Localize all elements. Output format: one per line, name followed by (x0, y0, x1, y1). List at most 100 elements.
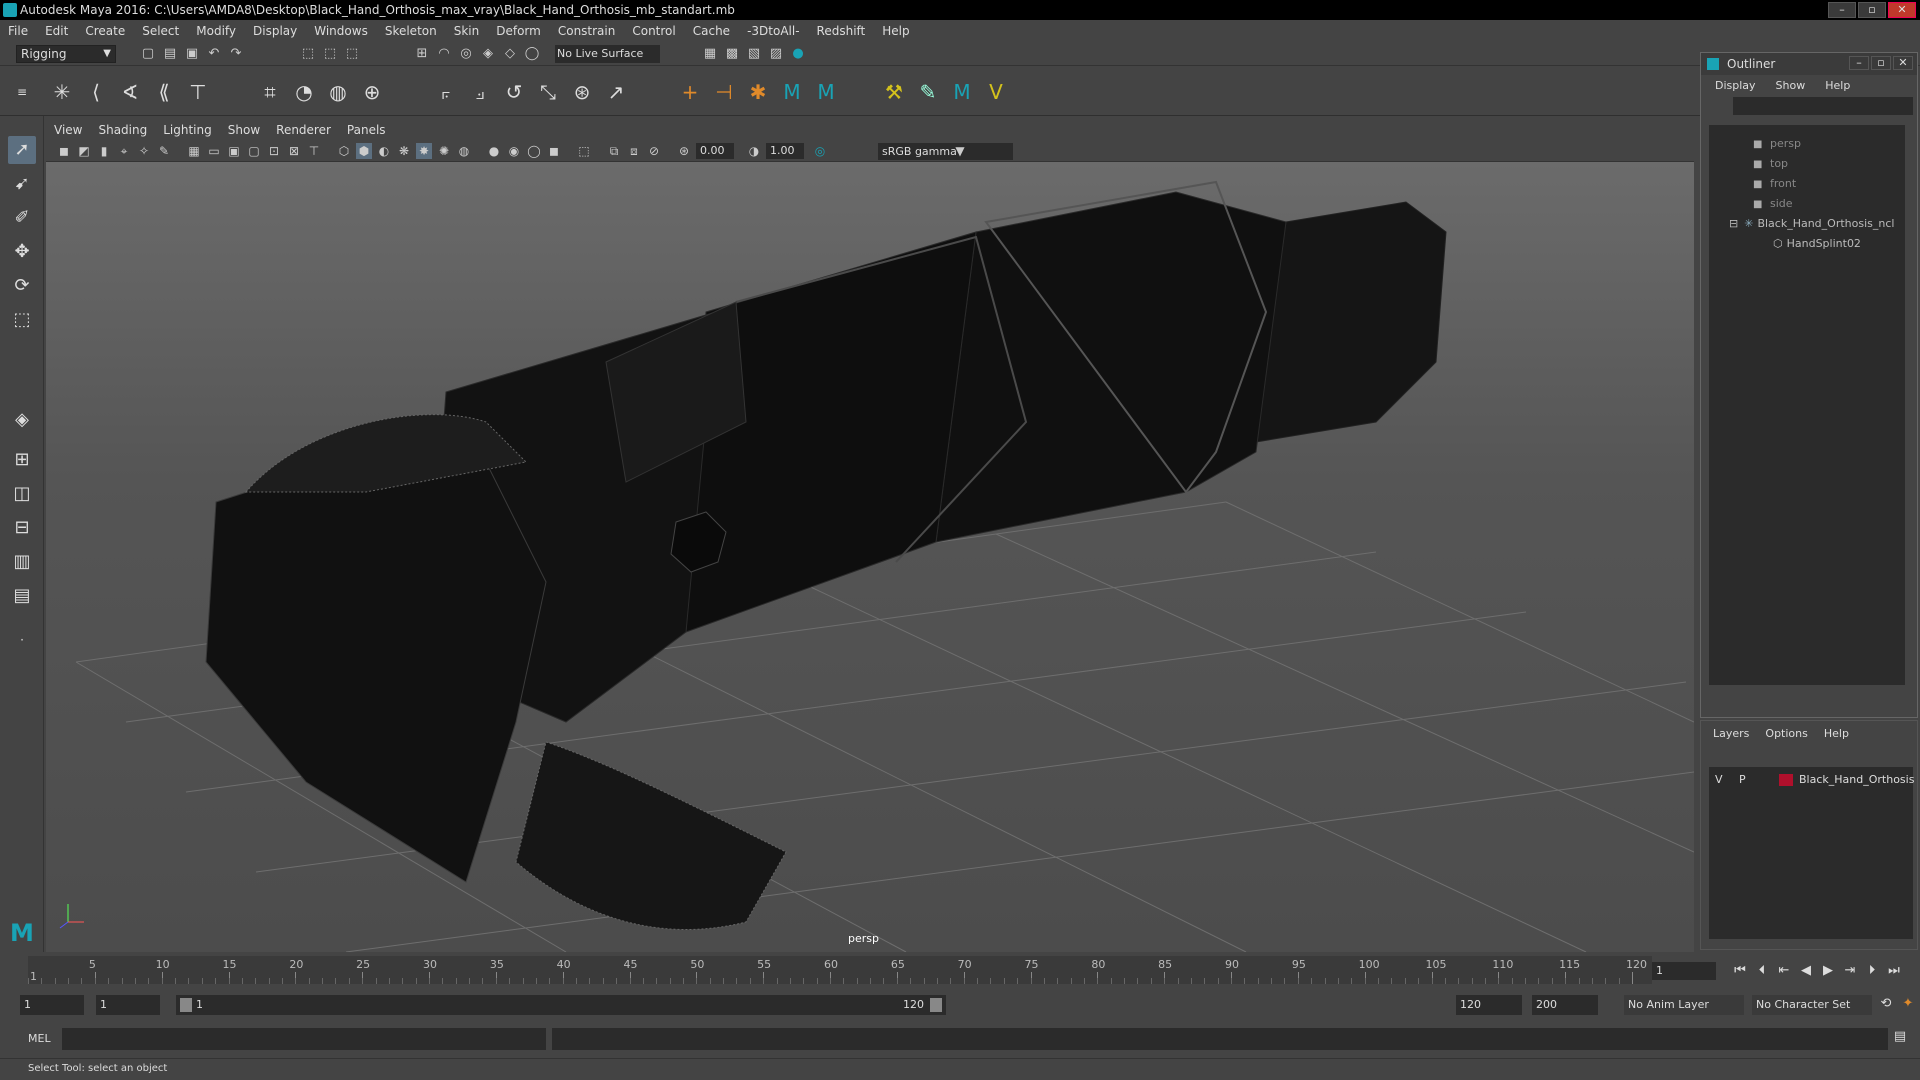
xray-icon[interactable]: ⬚ (576, 143, 592, 159)
vp-menu-lighting[interactable]: Lighting (163, 123, 212, 137)
menu-skeleton[interactable]: Skeleton (385, 24, 437, 38)
outliner-item-front[interactable]: ■ front (1753, 175, 1796, 193)
single-view-icon[interactable]: ◈ (8, 406, 36, 434)
2d-pan-icon[interactable]: ✧ (136, 143, 152, 159)
vp-menu-show[interactable]: Show (228, 123, 260, 137)
menu-control[interactable]: Control (632, 24, 675, 38)
mirror-joint-icon[interactable]: ⟪ (150, 78, 178, 106)
outliner-item-persp[interactable]: ■ persp (1753, 135, 1801, 153)
textured-icon[interactable]: ❋ (396, 143, 412, 159)
undo-icon[interactable]: ↶ (206, 46, 222, 62)
go-to-start-icon[interactable]: ⏮ (1730, 962, 1750, 980)
hypershade-layout-icon[interactable]: ▤ (8, 582, 36, 610)
isolate-icon[interactable]: ◼ (546, 143, 562, 159)
outliner-item-group[interactable]: ⊟ ✳ Black_Hand_Orthosis_ncl (1729, 215, 1894, 233)
pole-vector-icon[interactable]: ↗ (602, 78, 630, 106)
maximize-button[interactable]: ▫ (1858, 2, 1886, 18)
aim-constraint-icon[interactable]: ⟓ (466, 78, 494, 106)
locator-icon[interactable]: + (676, 78, 704, 106)
bind-skin-icon[interactable]: ⌗ (256, 78, 284, 106)
outliner-item-side[interactable]: ■ side (1753, 195, 1793, 213)
menu-windows[interactable]: Windows (314, 24, 368, 38)
new-scene-icon[interactable]: ▢ (140, 46, 156, 62)
resolution-gate-icon[interactable]: ▣ (226, 143, 242, 159)
ik-spline-icon[interactable]: ∢ (116, 78, 144, 106)
anim-end-field[interactable]: 200 (1532, 995, 1598, 1015)
parent-constraint-icon[interactable]: ⊛ (568, 78, 596, 106)
outliner-item-top[interactable]: ■ top (1753, 155, 1788, 173)
backface-icon[interactable]: ⊘ (646, 143, 662, 159)
motion-blur-icon[interactable]: ● (486, 143, 502, 159)
layer-color-swatch[interactable] (1779, 774, 1793, 786)
auto-key-icon[interactable]: ⟲ (1876, 995, 1896, 1013)
grease-pencil-icon[interactable]: ✎ (156, 143, 172, 159)
depth-of-field-icon[interactable]: ◯ (526, 143, 542, 159)
live-surface-field[interactable]: No Live Surface (555, 45, 660, 63)
xray-active-icon[interactable]: ⧈ (626, 143, 642, 159)
minimize-button[interactable]: – (1828, 2, 1856, 18)
gamma-field[interactable]: 1.00 (766, 143, 804, 159)
next-key-icon[interactable]: ⇥ (1840, 962, 1860, 980)
orient-constraint-icon[interactable]: ↺ (500, 78, 528, 106)
layer-menu-help[interactable]: Help (1824, 727, 1849, 740)
close-button[interactable]: ✕ (1888, 2, 1916, 18)
layer-row[interactable]: V P Black_Hand_Orthosis (1709, 771, 1914, 789)
lasso-tool-icon[interactable]: ➹ (8, 170, 36, 198)
save-scene-icon[interactable]: ▣ (184, 46, 200, 62)
paint-select-icon[interactable]: ✐ (8, 204, 36, 232)
default-material-icon[interactable]: ◐ (376, 143, 392, 159)
menu-select[interactable]: Select (142, 24, 179, 38)
prev-key-icon[interactable]: ⇤ (1774, 962, 1794, 980)
anti-alias-icon[interactable]: ◉ (506, 143, 522, 159)
hik-icon[interactable]: M (778, 78, 806, 106)
play-backward-icon[interactable]: ◀ (1796, 962, 1816, 980)
outliner-persp-icon[interactable]: ⊟ (8, 514, 36, 542)
outliner-search-input[interactable] (1733, 97, 1913, 115)
step-forward-icon[interactable]: ⏵ (1862, 962, 1882, 980)
gate-mask-icon[interactable]: ▢ (246, 143, 262, 159)
current-frame-field[interactable]: 1 (1652, 962, 1716, 980)
script-editor-icon[interactable]: ▤ (1890, 1028, 1910, 1046)
menu-constrain[interactable]: Constrain (558, 24, 616, 38)
layer-menu-layers[interactable]: Layers (1713, 727, 1749, 740)
command-language-label[interactable]: MEL (28, 1032, 51, 1045)
select-tool-icon[interactable]: ➚ (8, 136, 36, 164)
ipr-render-icon[interactable]: ▧ (746, 46, 762, 62)
camera-attributes-icon[interactable]: ◩ (76, 143, 92, 159)
redo-icon[interactable]: ↷ (228, 46, 244, 62)
hik-control-icon[interactable]: M (948, 78, 976, 106)
bookmark-icon[interactable]: ▮ (96, 143, 112, 159)
outliner-menu-help[interactable]: Help (1825, 79, 1850, 92)
ik-handle-icon[interactable]: ⟨ (82, 78, 110, 106)
render-view-icon[interactable]: ▦ (702, 46, 718, 62)
point-constraint-icon[interactable]: ⟔ (432, 78, 460, 106)
open-scene-icon[interactable]: ▤ (162, 46, 178, 62)
view-transform-dropdown[interactable]: sRGB gamma (878, 143, 1013, 160)
film-gate-icon[interactable]: ▭ (206, 143, 222, 159)
scale-constraint-icon[interactable]: ⤡ (534, 78, 562, 106)
menu-display[interactable]: Display (253, 24, 297, 38)
render-settings-icon[interactable]: ▨ (768, 46, 784, 62)
select-component-icon[interactable]: ⬚ (344, 46, 360, 62)
range-start-handle[interactable] (180, 998, 192, 1012)
cluster-icon[interactable]: ⊣ (710, 78, 738, 106)
command-input[interactable] (62, 1028, 546, 1050)
hik-character-icon[interactable]: M (812, 78, 840, 106)
scale-tool-icon[interactable]: ⬚ (8, 306, 36, 334)
sculpt-icon[interactable]: ✎ (914, 78, 942, 106)
menu-set-dropdown[interactable]: Rigging ▼ (16, 45, 116, 63)
outliner-minimize-button[interactable]: – (1849, 56, 1869, 70)
lattice-icon[interactable]: ✱ (744, 78, 772, 106)
vp-menu-view[interactable]: View (54, 123, 82, 137)
anim-start-field[interactable]: 1 (20, 995, 84, 1015)
paint-weights-icon[interactable]: ◍ (324, 78, 352, 106)
snap-grid-icon[interactable]: ⊞ (414, 46, 430, 62)
smooth-bind-icon[interactable]: ◔ (290, 78, 318, 106)
move-tool-icon[interactable]: ✥ (8, 238, 36, 266)
outliner-close-button[interactable]: ✕ (1893, 56, 1913, 70)
wrap-deformer-icon[interactable]: ⚒ (880, 78, 908, 106)
chevron-down-icon[interactable]: ▼ (952, 143, 968, 159)
step-back-icon[interactable]: ⏴ (1752, 962, 1772, 980)
layer-playback-toggle[interactable]: P (1739, 771, 1746, 789)
play-forward-icon[interactable]: ▶ (1818, 962, 1838, 980)
